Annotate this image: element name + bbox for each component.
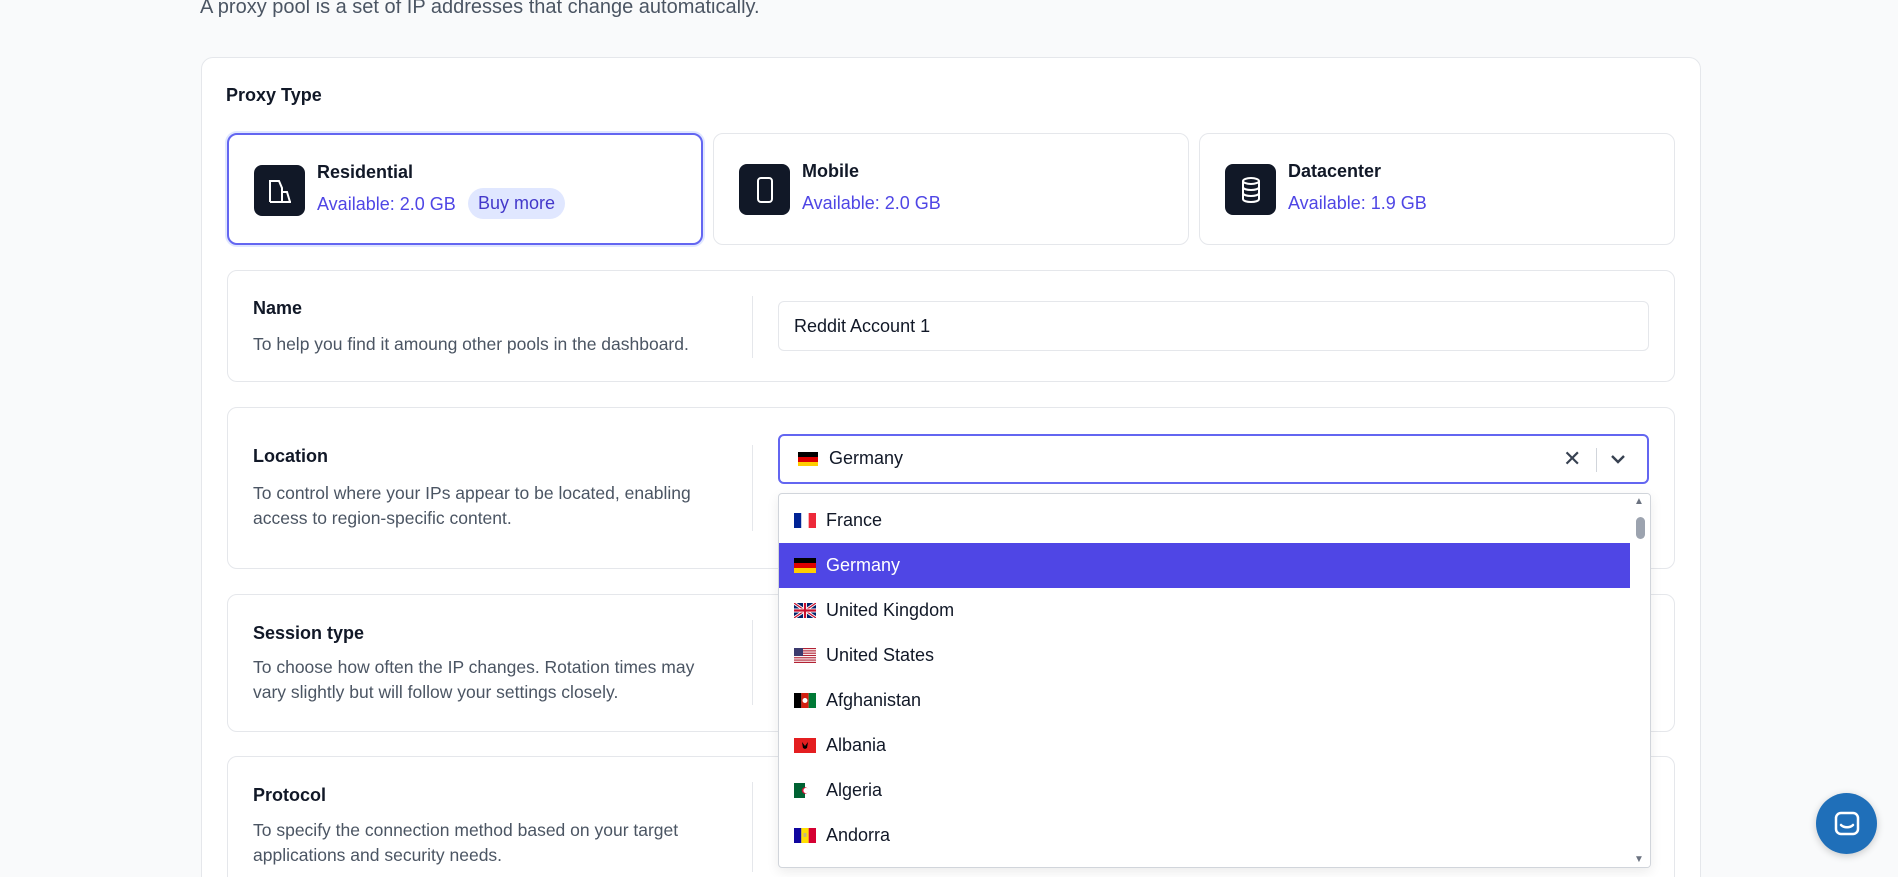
location-option-albania[interactable]: Albania <box>779 723 1632 768</box>
location-option-algeria[interactable]: Algeria <box>779 768 1632 813</box>
type-name: Residential <box>317 162 414 182</box>
type-available: Available: 2.0 GB <box>802 193 941 213</box>
session-description: To choose how often the IP changes. Rota… <box>253 657 695 702</box>
location-label: Location <box>253 446 328 466</box>
session-label: Session type <box>253 623 365 643</box>
phone-icon <box>739 164 790 215</box>
dropdown-scrollbar[interactable]: ▲ ▼ <box>1630 494 1650 867</box>
location-option-andorra[interactable]: Andorra <box>779 813 1632 858</box>
row-divider <box>752 296 753 358</box>
proxy-type-residential[interactable]: Residential Available: 2.0 GB Buy more <box>227 133 703 245</box>
location-option-united-states[interactable]: United States <box>779 633 1632 678</box>
germany-flag-icon <box>798 452 818 466</box>
scrollbar-thumb[interactable] <box>1636 517 1645 539</box>
buy-more-button[interactable]: Buy more <box>468 188 566 219</box>
protocol-description: To specify the connection method based o… <box>253 820 679 865</box>
row-divider <box>752 445 753 531</box>
chat-icon <box>1834 811 1859 835</box>
us-flag-icon <box>794 648 816 663</box>
database-icon <box>1225 164 1276 215</box>
row-divider <box>752 782 753 872</box>
type-name: Mobile <box>802 161 859 181</box>
location-option-afghanistan[interactable]: Afghanistan <box>779 678 1632 723</box>
andorra-flag-icon <box>794 828 816 843</box>
location-option-germany[interactable]: Germany <box>779 543 1632 588</box>
proxy-type-mobile[interactable]: Mobile Available: 2.0 GB <box>713 133 1189 245</box>
albania-flag-icon <box>794 738 816 753</box>
germany-flag-icon <box>794 558 816 573</box>
option-label: Andorra <box>826 825 891 845</box>
location-selected-value: Germany <box>829 448 904 468</box>
option-label: Afghanistan <box>826 690 922 710</box>
type-name: Datacenter <box>1288 161 1382 181</box>
name-description: To help you find it amoung other pools i… <box>253 334 689 354</box>
france-flag-icon <box>794 513 816 528</box>
option-label: United States <box>826 645 935 665</box>
option-label: United Kingdom <box>826 600 955 620</box>
option-label: France <box>826 510 883 530</box>
pool-name-input[interactable]: Reddit Account 1 <box>778 301 1649 351</box>
option-label: Algeria <box>826 780 883 800</box>
proxy-type-title: Proxy Type <box>226 85 322 105</box>
location-option-france[interactable]: France <box>779 498 1632 543</box>
clear-icon[interactable]: ✕ <box>1563 446 1581 472</box>
scroll-down-arrow-icon[interactable]: ▼ <box>1634 854 1644 865</box>
chat-support-button[interactable] <box>1816 793 1877 854</box>
chevron-down-icon[interactable] <box>1609 450 1627 468</box>
proxy-type-datacenter[interactable]: Datacenter Available: 1.9 GB <box>1199 133 1675 245</box>
building-icon <box>254 165 305 216</box>
option-label: Germany <box>826 555 901 575</box>
type-available: Available: 2.0 GB <box>317 194 456 214</box>
name-label: Name <box>253 298 303 318</box>
row-divider <box>752 620 753 705</box>
location-dropdown[interactable]: France Germany United Kingdom United Sta… <box>778 493 1651 868</box>
protocol-label: Protocol <box>253 785 327 805</box>
uk-flag-icon <box>794 603 816 618</box>
location-option-united-kingdom[interactable]: United Kingdom <box>779 588 1632 633</box>
intro-text: A proxy pool is a set of IP addresses th… <box>200 0 760 18</box>
algeria-flag-icon <box>794 783 816 798</box>
option-label: Albania <box>826 735 887 755</box>
select-separator <box>1596 448 1597 472</box>
location-description: To control where your IPs appear to be l… <box>253 483 691 528</box>
type-available: Available: 1.9 GB <box>1288 193 1427 213</box>
afghanistan-flag-icon <box>794 693 816 708</box>
location-select[interactable]: Germany ✕ <box>778 434 1649 484</box>
scroll-up-arrow-icon[interactable]: ▲ <box>1634 496 1644 507</box>
